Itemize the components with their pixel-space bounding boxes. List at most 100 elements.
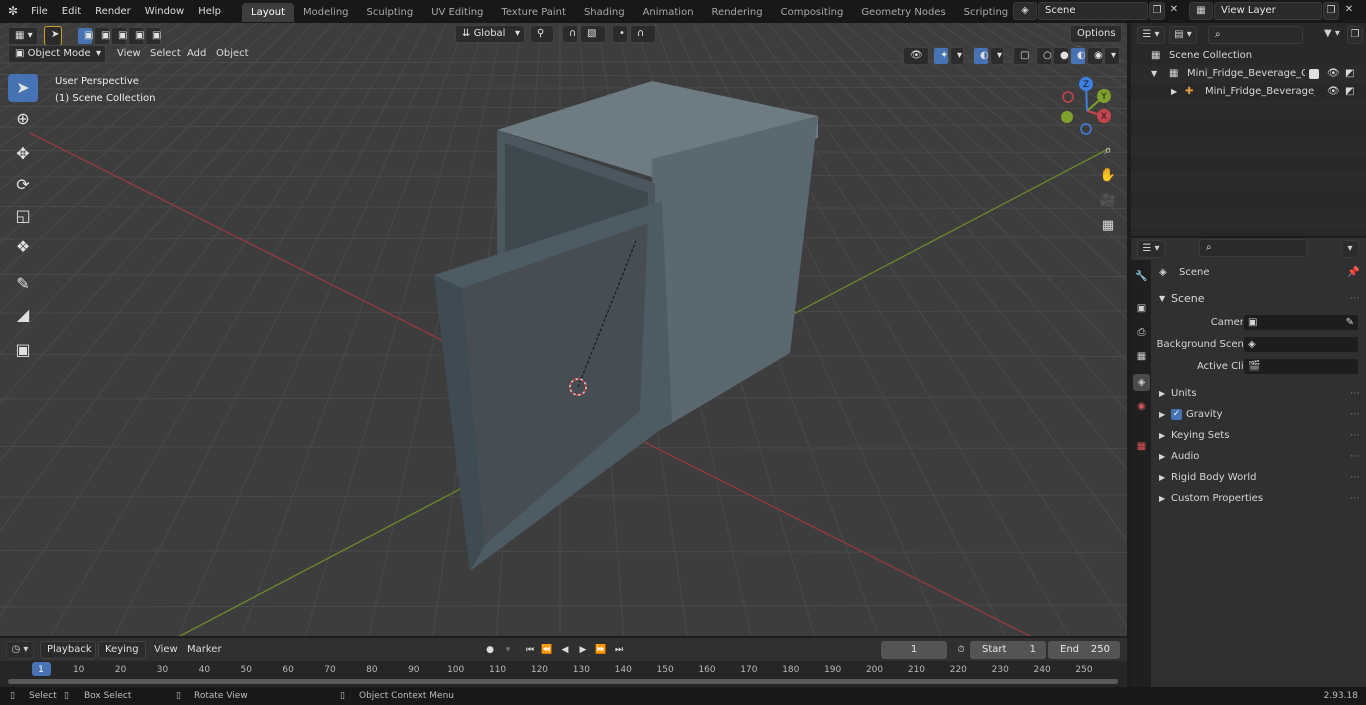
- selection-mode-invert-icon[interactable]: ▣: [128, 27, 144, 45]
- view-layer-field[interactable]: View Layer: [1214, 2, 1322, 20]
- prev-keyframe-icon[interactable]: ⏪: [539, 643, 555, 657]
- annotate-tool-icon[interactable]: ✎: [8, 270, 38, 298]
- eye-icon[interactable]: 👁: [1327, 65, 1340, 83]
- camera-icon[interactable]: ◩: [1345, 83, 1354, 101]
- custom-properties-panel-header[interactable]: ▶ Custom Properties ⋯: [1151, 488, 1366, 509]
- camera-icon[interactable]: ◩: [1345, 65, 1354, 83]
- tab-uv-editing[interactable]: UV Editing: [422, 3, 492, 22]
- rigid-body-world-panel-header[interactable]: ▶ Rigid Body World ⋯: [1151, 467, 1366, 488]
- pin-icon[interactable]: 📌: [1347, 262, 1359, 283]
- add-cube-tool-icon[interactable]: ▣: [8, 336, 38, 364]
- 3d-viewport[interactable]: ▦ ▾ ➤ ▣ ▣ ▣ ▣ ▣ ▣ Object Mode ▾ View Sele…: [0, 23, 1127, 636]
- selection-mode-subtract-icon[interactable]: ▣: [111, 27, 127, 45]
- background-scene-field[interactable]: ◈: [1243, 336, 1359, 353]
- snap-target-icon[interactable]: ▧: [580, 25, 606, 43]
- output-tab-icon[interactable]: ⎙: [1133, 324, 1150, 341]
- menu-edit[interactable]: Edit: [55, 0, 88, 23]
- menu-view[interactable]: View: [117, 45, 141, 63]
- solid-shading-icon[interactable]: ●: [1053, 47, 1069, 65]
- delete-scene-icon[interactable]: ✕: [1166, 2, 1182, 20]
- delete-view-layer-icon[interactable]: ✕: [1341, 2, 1357, 20]
- editor-type-icon[interactable]: ▦ ▾: [8, 27, 38, 45]
- navigation-gizmo[interactable]: Y X Z: [1055, 75, 1125, 145]
- keying-sets-panel-header[interactable]: ▶ Keying Sets ⋯: [1151, 425, 1366, 446]
- play-reverse-icon[interactable]: ◀: [557, 643, 573, 657]
- drag-handle-icon[interactable]: ⋯: [1350, 425, 1360, 446]
- pivot-point-icon[interactable]: ⚲: [530, 25, 554, 43]
- outliner-row-scene-collection[interactable]: ▦ Scene Collection: [1131, 47, 1366, 65]
- gravity-checkbox[interactable]: ✓: [1171, 409, 1182, 420]
- new-scene-icon[interactable]: ❐: [1149, 2, 1165, 20]
- rotate-tool-icon[interactable]: ⟳: [8, 171, 38, 199]
- material-preview-shading-icon[interactable]: ◐: [1070, 47, 1086, 65]
- properties-options-icon[interactable]: ▾: [1341, 240, 1359, 258]
- keying-dropdown[interactable]: Keying ▾: [98, 641, 146, 671]
- timeline-scrollbar[interactable]: [8, 679, 1118, 684]
- drag-handle-icon[interactable]: ⋯: [1350, 288, 1360, 309]
- eye-icon[interactable]: 👁: [1327, 83, 1340, 101]
- outliner-row-fridge-object[interactable]: ▶ ✚ Mini_Fridge_Beverage_C 👁 ◩: [1131, 83, 1366, 101]
- collection-checkbox[interactable]: [1309, 69, 1319, 79]
- pan-view-icon[interactable]: ✋: [1097, 165, 1119, 187]
- measure-tool-icon[interactable]: ◢: [8, 301, 38, 329]
- tab-compositing[interactable]: Compositing: [772, 3, 853, 22]
- end-frame-field[interactable]: End 250: [1048, 641, 1120, 659]
- start-frame-field[interactable]: Start 1: [970, 641, 1046, 659]
- record-options-icon[interactable]: ▾: [500, 643, 516, 657]
- xray-toggle-icon[interactable]: ▢: [1013, 47, 1029, 65]
- gizmo-toggle-icon[interactable]: ✦: [933, 47, 949, 65]
- new-collection-icon[interactable]: ❐: [1347, 26, 1363, 44]
- menu-add[interactable]: Add: [187, 45, 206, 63]
- menu-help[interactable]: Help: [191, 0, 228, 23]
- snap-icon[interactable]: ∩: [562, 25, 578, 43]
- blender-logo-icon[interactable]: ✼: [0, 0, 24, 23]
- drag-handle-icon[interactable]: ⋯: [1350, 467, 1360, 488]
- drag-handle-icon[interactable]: ⋯: [1350, 488, 1360, 509]
- camera-view-icon[interactable]: 🎥: [1097, 190, 1119, 212]
- object-mode-dropdown[interactable]: ▣ Object Mode ▾: [8, 45, 106, 63]
- active-clip-field[interactable]: 🎬: [1243, 358, 1359, 375]
- scale-tool-icon[interactable]: ◱: [8, 202, 38, 230]
- transform-orientation-dropdown[interactable]: ⇊ Global ▾: [455, 25, 525, 43]
- menu-window[interactable]: Window: [138, 0, 191, 23]
- view-layer-selector-icon[interactable]: ▦: [1189, 2, 1213, 20]
- rendered-shading-icon[interactable]: ◉: [1087, 47, 1103, 65]
- tab-animation[interactable]: Animation: [634, 3, 703, 22]
- cursor-tool-icon[interactable]: ⊕: [8, 105, 38, 133]
- jump-end-icon[interactable]: ⏭: [611, 643, 627, 657]
- menu-select[interactable]: Select: [150, 45, 181, 63]
- menu-file[interactable]: File: [24, 0, 55, 23]
- scene-panel-header[interactable]: ▼ Scene ⋯: [1151, 288, 1366, 309]
- play-icon[interactable]: ▶: [575, 643, 591, 657]
- eyedropper-icon[interactable]: ✎: [1346, 312, 1354, 333]
- tab-sculpting[interactable]: Sculpting: [358, 3, 423, 22]
- options-dropdown[interactable]: Options ▾: [1070, 25, 1122, 55]
- selection-mode-new-icon[interactable]: ▣: [77, 27, 93, 45]
- select-box-tool-icon[interactable]: ➤: [8, 74, 38, 102]
- outliner-row-fridge-collection[interactable]: ▼ ▦ Mini_Fridge_Beverage_Cooler 👁 ◩: [1131, 65, 1366, 83]
- properties-search-input[interactable]: ⌕: [1199, 239, 1307, 257]
- camera-field[interactable]: ▣ ✎: [1243, 314, 1359, 331]
- outliner-editor-type-icon[interactable]: ☰ ▾: [1137, 26, 1165, 44]
- render-tab-icon[interactable]: ▣: [1133, 300, 1150, 317]
- scene-selector-icon[interactable]: ◈: [1013, 2, 1037, 20]
- menu-object[interactable]: Object: [216, 45, 249, 63]
- outliner-search-input[interactable]: ⌕: [1208, 26, 1303, 44]
- zoom-view-icon[interactable]: ⌕: [1097, 140, 1119, 162]
- tab-shading[interactable]: Shading: [575, 3, 634, 22]
- proportional-falloff-icon[interactable]: ∩: [630, 25, 656, 43]
- preview-range-icon[interactable]: ⏱: [953, 643, 969, 657]
- timeline-ruler[interactable]: 1 10 20 30 40 50 60 70 80 90 100 110 120 130 140 150 160…: [0, 661, 1127, 687]
- tab-modeling[interactable]: Modeling: [294, 3, 358, 22]
- tool-tab-icon[interactable]: 🔧: [1133, 268, 1150, 285]
- drag-handle-icon[interactable]: ⋯: [1350, 404, 1360, 425]
- next-keyframe-icon[interactable]: ⏩: [593, 643, 609, 657]
- tab-geometry-nodes[interactable]: Geometry Nodes: [852, 3, 954, 22]
- texture-tab-icon[interactable]: ▦: [1133, 438, 1150, 455]
- perspective-toggle-icon[interactable]: ▦: [1097, 215, 1119, 237]
- proportional-editing-icon[interactable]: •: [612, 25, 628, 43]
- outliner-display-mode-icon[interactable]: ▤ ▾: [1169, 26, 1197, 44]
- gizmo-dropdown-icon[interactable]: ▾: [950, 47, 964, 65]
- view-layer-tab-icon[interactable]: ▦: [1133, 348, 1150, 365]
- current-frame-field[interactable]: 1: [881, 641, 947, 659]
